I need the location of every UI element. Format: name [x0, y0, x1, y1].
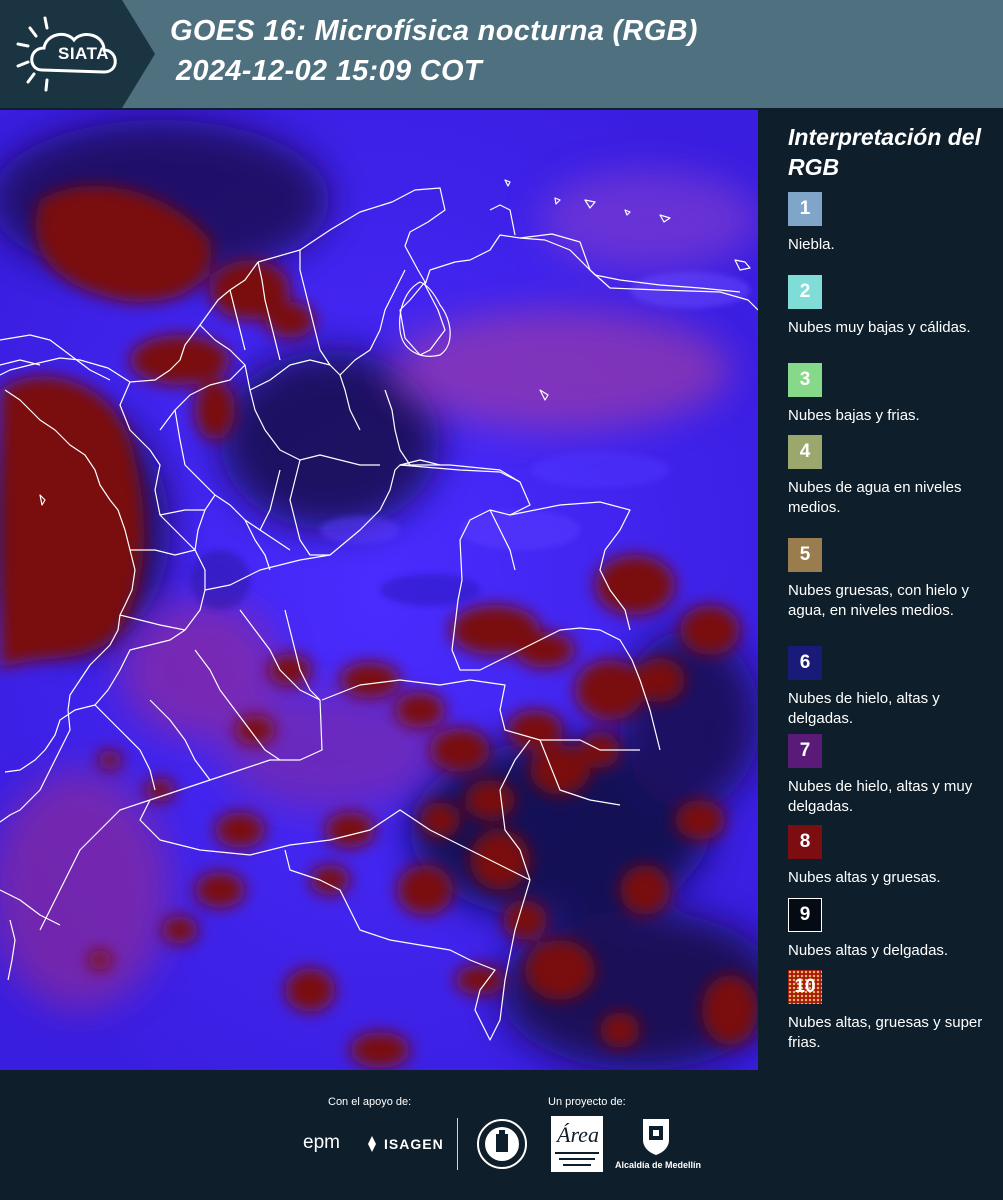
header-bar: SIATA GOES 16: Microfísica nocturna (RGB… — [0, 0, 1003, 108]
legend-item: 7 Nubes de hielo, altas y muy delgadas. — [788, 734, 993, 817]
legend-label: Nubes altas, gruesas y super frias. — [788, 1014, 983, 1051]
page-title: GOES 16: Microfísica nocturna (RGB) — [170, 15, 698, 47]
page-timestamp: 2024-12-02 15:09 COT — [176, 55, 482, 87]
legend-item: 10 Nubes altas, gruesas y super frias. — [788, 970, 993, 1053]
legend-swatch: 7 — [788, 734, 822, 768]
legend-label: Nubes de hielo, altas y muy delgadas. — [788, 778, 973, 815]
alcaldia-label: Alcaldía de Medellín — [614, 1160, 702, 1170]
svg-text:Área: Área — [555, 1122, 599, 1147]
footer-divider — [457, 1118, 458, 1170]
support-label: Con el apoyo de: — [328, 1096, 412, 1108]
legend-title: Interpretación del RGB — [788, 124, 981, 180]
logo-text: SIATA — [58, 44, 109, 63]
university-seal-icon — [477, 1119, 527, 1169]
legend-item: 5 Nubes gruesas, con hielo y agua, en niv… — [788, 538, 993, 621]
project-label: Un proyecto de: — [548, 1096, 626, 1108]
legend-item: 8 Nubes altas y gruesas. — [788, 825, 993, 888]
legend-label: Nubes de agua en niveles medios. — [788, 479, 962, 516]
satellite-rgb-image — [0, 110, 758, 1070]
isagen-icon — [368, 1136, 376, 1152]
isagen-logo: ISAGEN — [384, 1136, 444, 1152]
legend-item: 2 Nubes muy bajas y cálidas. — [788, 275, 993, 338]
legend-swatch: 2 — [788, 275, 822, 309]
epm-logo: epm — [303, 1132, 340, 1153]
legend-label: Nubes muy bajas y cálidas. — [788, 319, 971, 336]
legend-swatch: 3 — [788, 363, 822, 397]
legend-item: 4 Nubes de agua en niveles medios. — [788, 435, 993, 518]
legend-item: 9 Nubes altas y delgadas. — [788, 898, 993, 961]
legend-label: Nubes bajas y frias. — [788, 407, 920, 424]
legend-item: 3 Nubes bajas y frias. — [788, 363, 993, 426]
legend-item: 6 Nubes de hielo, altas y delgadas. — [788, 646, 993, 729]
legend-label: Nubes altas y delgadas. — [788, 942, 949, 959]
legend-label: Nubes altas y gruesas. — [788, 869, 941, 886]
legend-swatch: 1 — [788, 192, 822, 226]
siata-logo: SIATA — [0, 0, 155, 108]
rgb-legend: Interpretación del RGB 1 Niebla. 2 Nubes mu… — [770, 110, 1003, 1070]
legend-label: Nubes gruesas, con hielo y agua, en nive… — [788, 582, 969, 619]
legend-label: Nubes de hielo, altas y delgadas. — [788, 690, 940, 727]
legend-swatch: 4 — [788, 435, 822, 469]
legend-swatch: 5 — [788, 538, 822, 572]
alcaldia-shield-icon — [643, 1119, 669, 1155]
legend-swatch: 10 — [788, 970, 822, 1004]
legend-label: Niebla. — [788, 236, 835, 253]
area-metropolitana-logo: Área — [551, 1116, 603, 1172]
legend-item: 1 Niebla. — [788, 192, 993, 255]
legend-swatch: 8 — [788, 825, 822, 859]
legend-swatch: 6 — [788, 646, 822, 680]
satellite-map[interactable] — [0, 110, 758, 1070]
footer-bar: Con el apoyo de: Un proyecto de: epm ISA… — [0, 1070, 1003, 1200]
legend-swatch: 9 — [788, 898, 822, 932]
